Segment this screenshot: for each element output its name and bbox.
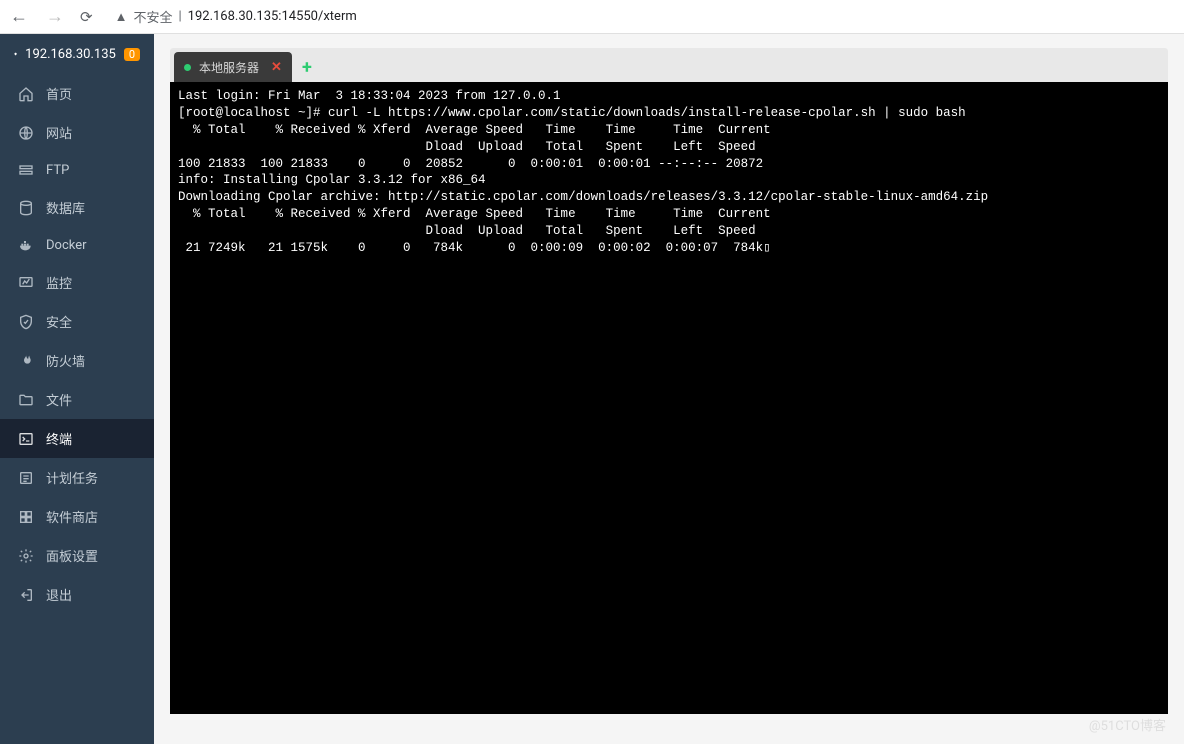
sidebar-item-label: 面板设置 bbox=[46, 546, 98, 565]
sidebar-item-label: Docker bbox=[46, 238, 87, 253]
ftp-icon bbox=[18, 162, 34, 178]
home-icon bbox=[18, 86, 34, 102]
sidebar-item-globe[interactable]: 网站 bbox=[0, 113, 154, 152]
sidebar-item-label: FTP bbox=[46, 163, 69, 178]
sidebar-item-label: 退出 bbox=[46, 585, 72, 604]
back-button[interactable]: ← bbox=[8, 4, 30, 29]
sidebar-item-monitor[interactable]: 监控 bbox=[0, 263, 154, 302]
notification-badge[interactable]: 0 bbox=[124, 48, 140, 61]
content-area: 192.168.30.135 0 首页网站 FTP 数据库 Docker 监控安全防火墙… bbox=[0, 34, 1184, 744]
tab-local-server[interactable]: 本地服务器 ✕ bbox=[174, 52, 292, 82]
sidebar-item-cron[interactable]: 计划任务 bbox=[0, 458, 154, 497]
address-bar[interactable]: ▲ 不安全 | 192.168.30.135:14550/xterm bbox=[107, 4, 1176, 30]
sidebar-item-label: 数据库 bbox=[46, 198, 85, 217]
db-icon bbox=[18, 200, 34, 216]
main-panel: 本地服务器 ✕ + Last login: Fri Mar 3 18:33:04… bbox=[154, 34, 1184, 744]
gear-icon bbox=[18, 548, 34, 564]
sidebar-item-label: 首页 bbox=[46, 84, 72, 103]
sidebar-item-label: 终端 bbox=[46, 429, 72, 448]
sidebar-item-store[interactable]: 软件商店 bbox=[0, 497, 154, 536]
forward-button[interactable]: → bbox=[44, 4, 66, 29]
browser-toolbar: ← → ⟳ ▲ 不安全 | 192.168.30.135:14550/xterm bbox=[0, 0, 1184, 34]
sidebar-header[interactable]: 192.168.30.135 0 bbox=[0, 34, 154, 74]
sidebar-host: 192.168.30.135 bbox=[25, 47, 116, 62]
url-text: 192.168.30.135:14550/xterm bbox=[188, 9, 357, 24]
tab-bar: 本地服务器 ✕ + bbox=[170, 48, 1168, 82]
insecure-label: 不安全 bbox=[133, 7, 172, 26]
store-icon bbox=[18, 509, 34, 525]
watermark: @51CTO博客 bbox=[1089, 715, 1166, 734]
sidebar-item-docker[interactable]: Docker bbox=[0, 227, 154, 263]
sidebar-item-home[interactable]: 首页 bbox=[0, 74, 154, 113]
fire-icon bbox=[18, 353, 34, 369]
exit-icon bbox=[18, 587, 34, 603]
sidebar-item-label: 文件 bbox=[46, 390, 72, 409]
separator: | bbox=[178, 9, 181, 24]
shield-icon bbox=[14, 46, 17, 62]
sidebar-item-ftp[interactable]: FTP bbox=[0, 152, 154, 188]
sidebar-item-label: 计划任务 bbox=[46, 468, 98, 487]
reload-button[interactable]: ⟳ bbox=[80, 8, 93, 26]
sidebar-item-terminal[interactable]: 终端 bbox=[0, 419, 154, 458]
monitor-icon bbox=[18, 275, 34, 291]
sidebar-item-exit[interactable]: 退出 bbox=[0, 575, 154, 614]
cron-icon bbox=[18, 470, 34, 486]
sidebar-item-label: 软件商店 bbox=[46, 507, 98, 526]
shield-icon bbox=[18, 314, 34, 330]
terminal-output[interactable]: Last login: Fri Mar 3 18:33:04 2023 from… bbox=[170, 82, 1168, 714]
sidebar-item-fire[interactable]: 防火墙 bbox=[0, 341, 154, 380]
status-dot-icon bbox=[184, 64, 191, 71]
globe-icon bbox=[18, 125, 34, 141]
sidebar-item-gear[interactable]: 面板设置 bbox=[0, 536, 154, 575]
sidebar-item-folder[interactable]: 文件 bbox=[0, 380, 154, 419]
sidebar-item-label: 防火墙 bbox=[46, 351, 85, 370]
sidebar-item-db[interactable]: 数据库 bbox=[0, 188, 154, 227]
sidebar-item-label: 监控 bbox=[46, 273, 72, 292]
sidebar-item-label: 网站 bbox=[46, 123, 72, 142]
sidebar: 192.168.30.135 0 首页网站 FTP 数据库 Docker 监控安全防火墙… bbox=[0, 34, 154, 744]
docker-icon bbox=[18, 237, 34, 253]
terminal-icon bbox=[18, 431, 34, 447]
tab-label: 本地服务器 bbox=[199, 59, 259, 76]
sidebar-item-shield[interactable]: 安全 bbox=[0, 302, 154, 341]
terminal-window: 本地服务器 ✕ + Last login: Fri Mar 3 18:33:04… bbox=[170, 48, 1168, 714]
folder-icon bbox=[18, 392, 34, 408]
insecure-icon: ▲ bbox=[115, 9, 128, 25]
close-icon[interactable]: ✕ bbox=[271, 60, 282, 75]
sidebar-item-label: 安全 bbox=[46, 312, 72, 331]
add-tab-button[interactable]: + bbox=[292, 52, 322, 82]
